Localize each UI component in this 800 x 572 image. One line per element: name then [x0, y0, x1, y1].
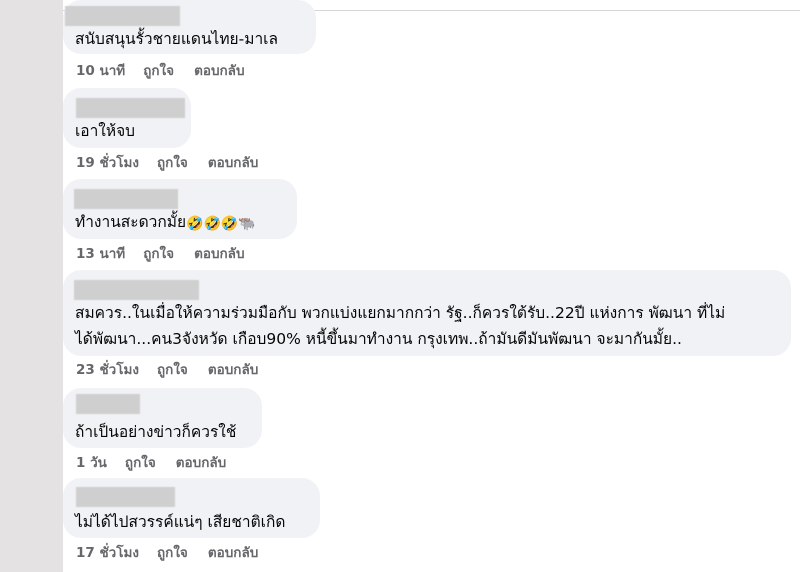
comment-text: สนับสนุนรั้วชายแดนไทย-มาเล [75, 30, 278, 48]
reply-button[interactable]: ตอบกลับ [194, 59, 244, 81]
comment-text: เอาให้จบ [75, 122, 136, 140]
redacted-author-name[interactable] [76, 98, 185, 118]
redacted-author-name[interactable] [74, 280, 199, 300]
rolling-laughing-emoji-icon: 🤣 [220, 216, 239, 232]
rolling-laughing-emoji-icon: 🤣 [203, 216, 221, 232]
comment-text: ถ้าเป็นอย่างข่าวก็ควรใช้ [75, 423, 237, 441]
redacted-author-name[interactable] [76, 394, 140, 414]
redacted-author-name[interactable] [74, 189, 178, 209]
reply-button[interactable]: ตอบกลับ [194, 242, 244, 264]
comment-meta: 23 ชั่วโมง ถูกใจ ตอบกลับ [76, 358, 258, 380]
redacted-author-name[interactable] [76, 487, 175, 507]
like-button[interactable]: ถูกใจ [143, 242, 174, 264]
reply-button[interactable]: ตอบกลับ [208, 151, 258, 173]
comment-timestamp[interactable]: 23 ชั่วโมง [76, 358, 139, 380]
redacted-author-name[interactable] [65, 6, 180, 26]
reply-button[interactable]: ตอบกลับ [208, 358, 258, 380]
like-button[interactable]: ถูกใจ [157, 151, 188, 173]
comment-meta: 17 ชั่วโมง ถูกใจ ตอบกลับ [76, 541, 258, 563]
comment-timestamp[interactable]: 17 ชั่วโมง [76, 541, 139, 563]
comment-timestamp[interactable]: 1 วัน [76, 451, 107, 473]
rolling-laughing-emoji-icon: 🤣 [186, 216, 204, 232]
comment-text: ทำงานสะดวกมั้ย🤣🤣🤣🐃 [75, 210, 256, 236]
comment-timestamp[interactable]: 19 ชั่วโมง [76, 151, 139, 173]
comment-timestamp[interactable]: 10 นาที [76, 59, 125, 81]
reply-button[interactable]: ตอบกลับ [176, 451, 226, 473]
comment-text: ไม่ได้ไปสวรรค์แน่ๆ เสียชาติเกิด [75, 513, 286, 531]
left-margin-panel [0, 0, 63, 572]
comment-meta: 10 นาที ถูกใจ ตอบกลับ [76, 59, 245, 81]
comment-meta: 1 วัน ถูกใจ ตอบกลับ [76, 451, 226, 473]
like-button[interactable]: ถูกใจ [157, 358, 188, 380]
comment-text-line: สมควร..ในเมื่อให้ความร่วมมือกับ พวกแบ่งแ… [75, 304, 726, 322]
comment-meta: 19 ชั่วโมง ถูกใจ ตอบกลับ [76, 151, 258, 173]
reply-button[interactable]: ตอบกลับ [208, 541, 258, 563]
like-button[interactable]: ถูกใจ [143, 59, 174, 81]
water-buffalo-emoji-icon: 🐃 [238, 216, 256, 232]
like-button[interactable]: ถูกใจ [157, 541, 188, 563]
comment-timestamp[interactable]: 13 นาที [76, 242, 125, 264]
comment-text-line: ได้พัฒนา...คน3จังหวัด เกือบ90% หนี้ขึ้นม… [75, 330, 682, 348]
comment-meta: 13 นาที ถูกใจ ตอบกลับ [76, 242, 245, 264]
comment-text-body: ทำงานสะดวกมั้ย [75, 213, 187, 231]
like-button[interactable]: ถูกใจ [125, 451, 156, 473]
